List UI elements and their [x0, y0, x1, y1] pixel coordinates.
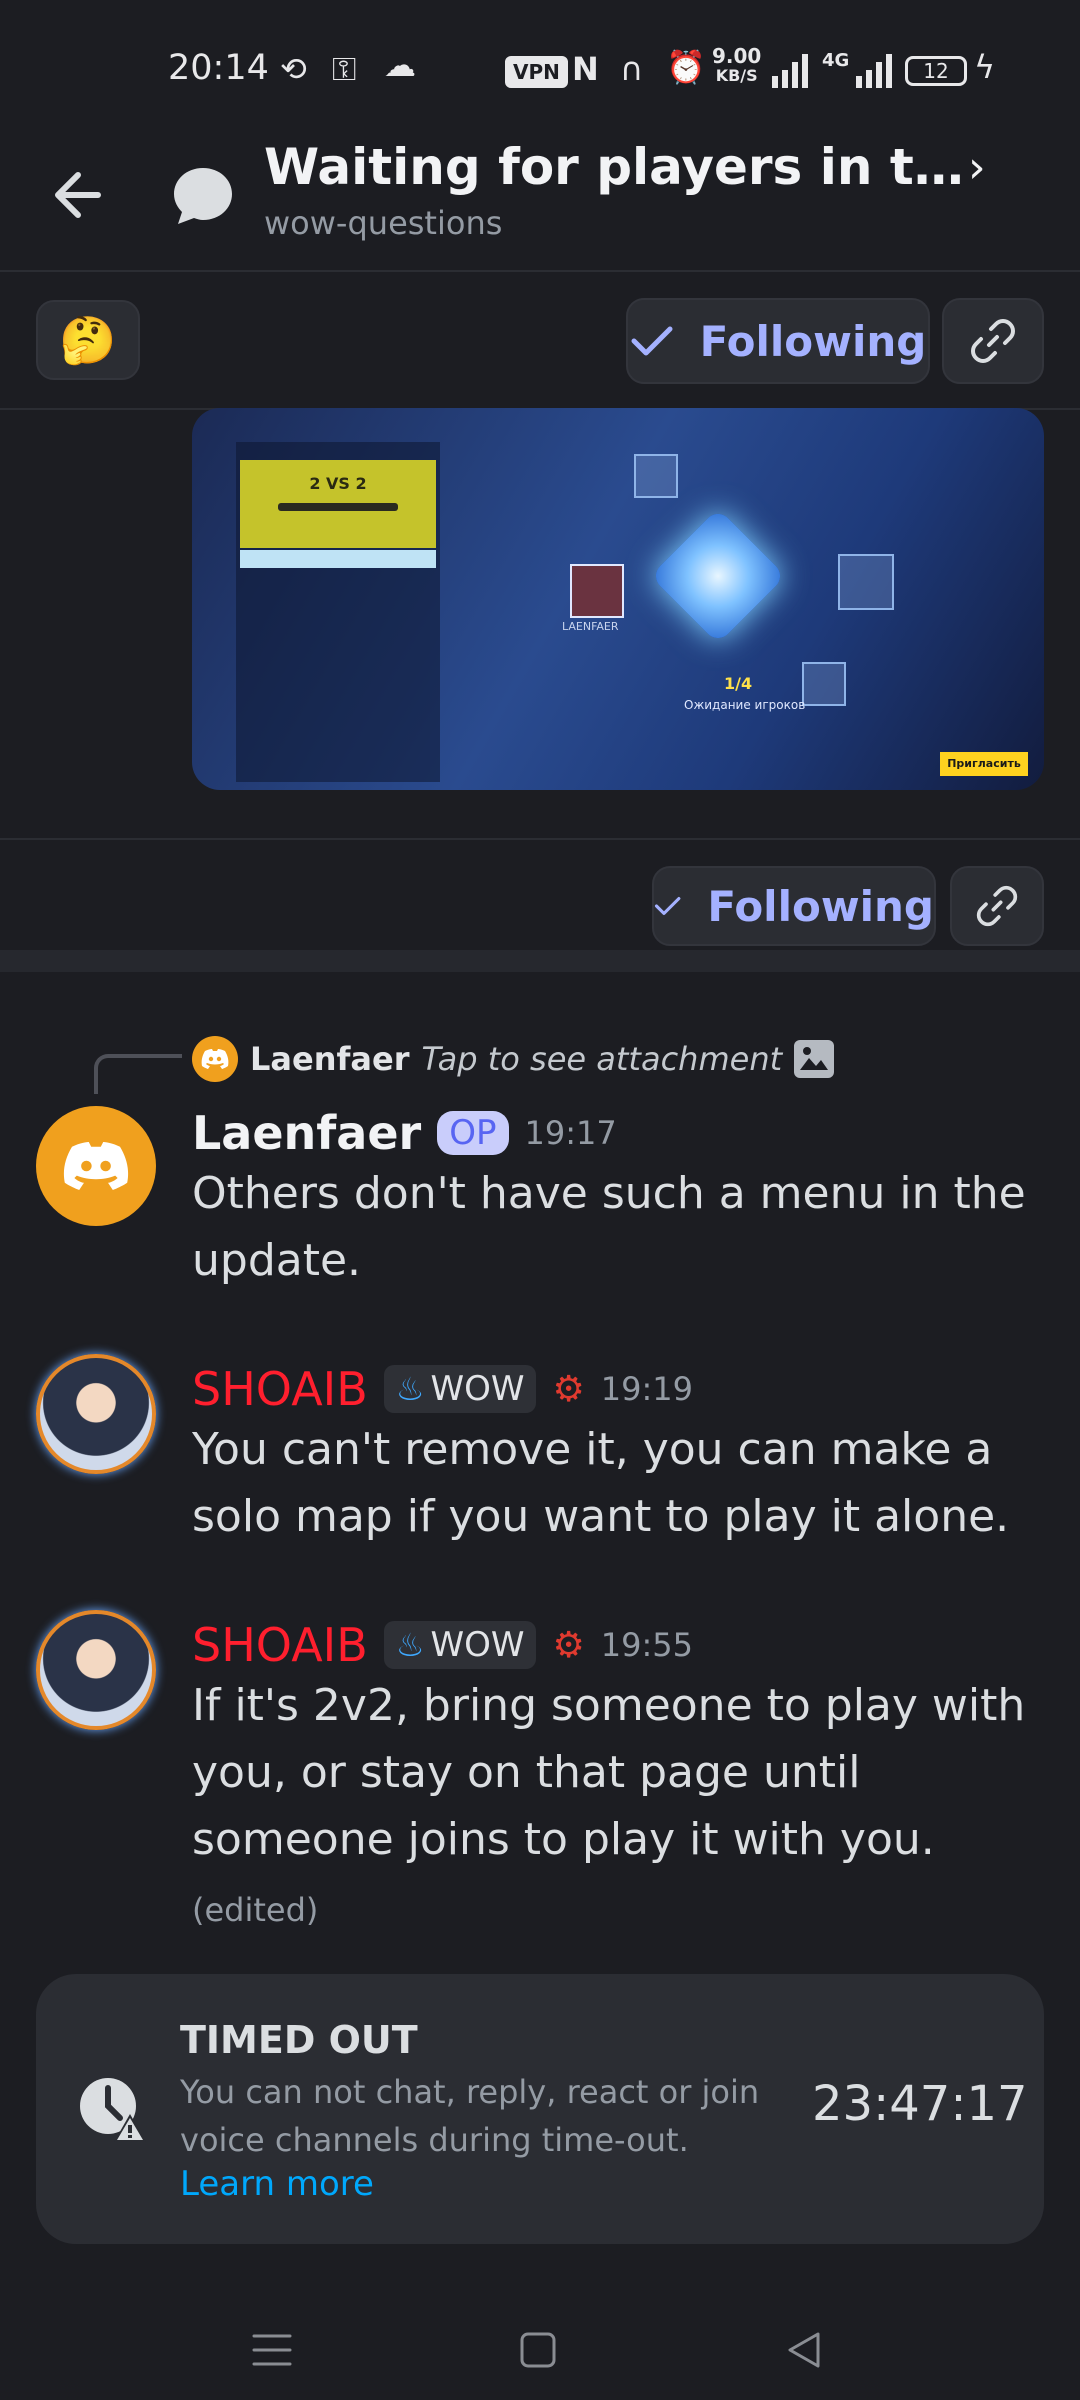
game-mode-card: 2 VS 2: [240, 460, 436, 548]
message-header: Laenfaer OP 19:17: [192, 1106, 1052, 1160]
message[interactable]: SHOAIB ♨ WOW ⚙ 19:55 If it's 2v2, bring …: [192, 1618, 1052, 1944]
following-button[interactable]: Following: [626, 298, 930, 384]
waiting-status: Ожидание игроков: [684, 698, 806, 712]
thread-icon: [174, 168, 232, 224]
cube-icon: [650, 508, 786, 644]
player-slot-icon: [838, 554, 894, 610]
flame-icon: ♨: [395, 1626, 425, 1664]
home-icon[interactable]: [520, 2332, 556, 2368]
message-time: 19:55: [600, 1626, 693, 1664]
avatar[interactable]: [36, 1354, 156, 1474]
rifle-icon: [278, 503, 398, 511]
status-time: 20:14: [168, 48, 269, 88]
message-text: You can't remove it, you can make a solo…: [192, 1424, 1010, 1542]
attachment-image[interactable]: 2 VS 2 LAENFAER 1/4 Ожидание игроков При…: [192, 408, 1044, 790]
copy-link-button[interactable]: [950, 866, 1044, 946]
link-icon: [971, 319, 1015, 363]
headphones-icon: ∩: [620, 50, 644, 88]
player-slot-icon: [802, 662, 846, 706]
timeout-title: TIMED OUT: [180, 2018, 418, 2062]
invite-button: Пригласить: [940, 752, 1028, 776]
cloud-icon: ☁: [384, 46, 416, 84]
avatar[interactable]: [36, 1610, 156, 1730]
learn-more-link[interactable]: Learn more: [180, 2164, 374, 2204]
players-count: 1/4: [724, 674, 753, 693]
reply-preview[interactable]: Laenfaer Tap to see attachment: [192, 1034, 835, 1084]
nfc-icon: N: [572, 50, 599, 88]
key-icon: ⚿: [332, 50, 357, 88]
back-nav-icon[interactable]: [784, 2330, 824, 2370]
discord-logo-icon: [63, 1142, 129, 1190]
player-name: LAENFAER: [562, 620, 619, 633]
clock-warning-icon: [80, 2078, 146, 2142]
section-separator: [0, 950, 1080, 972]
player-avatar: [570, 564, 624, 618]
server-tag[interactable]: ♨ WOW: [383, 1365, 537, 1413]
network-speed: 9.00 KB/S: [712, 46, 761, 86]
timeout-banner: TIMED OUT You can not chat, reply, react…: [36, 1974, 1044, 2244]
status-bar: 20:14 ⟲ ⚿ ☁ VPN N ∩ ⏰ 9.00 KB/S 4G 12 ϟ: [0, 0, 1080, 130]
message-header: SHOAIB ♨ WOW ⚙ 19:19: [192, 1362, 1052, 1416]
thread-header: Waiting for players in the m... › wow-qu…: [0, 130, 1080, 272]
link-icon: [976, 885, 1018, 927]
message-author[interactable]: Laenfaer: [192, 1106, 421, 1160]
discord-avatar-icon: [192, 1036, 238, 1082]
edited-label: (edited): [192, 1891, 319, 1929]
op-badge: OP: [437, 1111, 509, 1155]
gears-icon: ⚙: [552, 1624, 585, 1666]
system-nav-bar: [0, 2290, 1080, 2400]
message-author[interactable]: SHOAIB: [192, 1362, 368, 1416]
chevron-right-icon[interactable]: ›: [968, 142, 986, 193]
message-time: 19:19: [600, 1370, 693, 1408]
copy-link-button[interactable]: [942, 298, 1044, 384]
message[interactable]: Laenfaer OP 19:17 Others don't have such…: [192, 1106, 1052, 1294]
message-text: Others don't have such a menu in the upd…: [192, 1168, 1026, 1286]
timeout-countdown: 23:47:17: [812, 2076, 1028, 2132]
charging-icon: ϟ: [974, 48, 996, 86]
thinking-emoji: 🤔: [59, 312, 117, 367]
server-tag-label: WOW: [430, 1625, 525, 1665]
speed-value: 9.00: [712, 44, 762, 68]
battery-icon: 12: [905, 56, 967, 86]
message-time: 19:17: [524, 1114, 617, 1152]
reply-author: Laenfaer: [250, 1040, 410, 1078]
reply-text: Tap to see attachment: [421, 1040, 783, 1078]
timeout-description: You can not chat, reply, react or join v…: [180, 2073, 760, 2159]
menu-icon[interactable]: [252, 2332, 292, 2368]
signal-icon: [772, 54, 808, 88]
channel-name[interactable]: wow-questions: [264, 204, 502, 242]
following-label: Following: [707, 881, 934, 931]
server-tag-label: WOW: [430, 1369, 525, 1409]
speed-unit: KB/S: [715, 66, 758, 85]
signal-2-icon: [856, 54, 892, 88]
message-header: SHOAIB ♨ WOW ⚙ 19:55: [192, 1618, 1052, 1672]
image-icon: [794, 1040, 835, 1078]
gears-icon: ⚙: [552, 1368, 585, 1410]
message-text: If it's 2v2, bring someone to play with …: [192, 1680, 1026, 1865]
message-text-container: If it's 2v2, bring someone to play with …: [192, 1672, 1052, 1944]
avatar[interactable]: [36, 1106, 156, 1226]
following-label: Following: [699, 316, 927, 366]
game-mode-strip: [240, 550, 436, 568]
server-tag[interactable]: ♨ WOW: [383, 1621, 537, 1669]
checkmark-icon: [631, 326, 673, 356]
network-type: 4G: [822, 50, 850, 71]
alarm-icon: ⏰: [666, 48, 706, 86]
game-mode-label: 2 VS 2: [309, 474, 367, 493]
following-button[interactable]: Following: [652, 866, 936, 946]
thread-title[interactable]: Waiting for players in the m...: [264, 138, 964, 196]
vpn-icon: VPN: [505, 56, 568, 88]
divider: [0, 838, 1080, 840]
message-author[interactable]: SHOAIB: [192, 1618, 368, 1672]
sync-icon: ⟲: [280, 50, 307, 88]
back-button[interactable]: [48, 160, 118, 230]
reply-connector: [94, 1054, 182, 1094]
checkmark-icon: [654, 896, 681, 916]
reaction-button[interactable]: 🤔: [36, 300, 140, 380]
message[interactable]: SHOAIB ♨ WOW ⚙ 19:19 You can't remove it…: [192, 1362, 1052, 1550]
flame-icon: ♨: [395, 1370, 425, 1408]
player-slot-icon: [634, 454, 678, 498]
